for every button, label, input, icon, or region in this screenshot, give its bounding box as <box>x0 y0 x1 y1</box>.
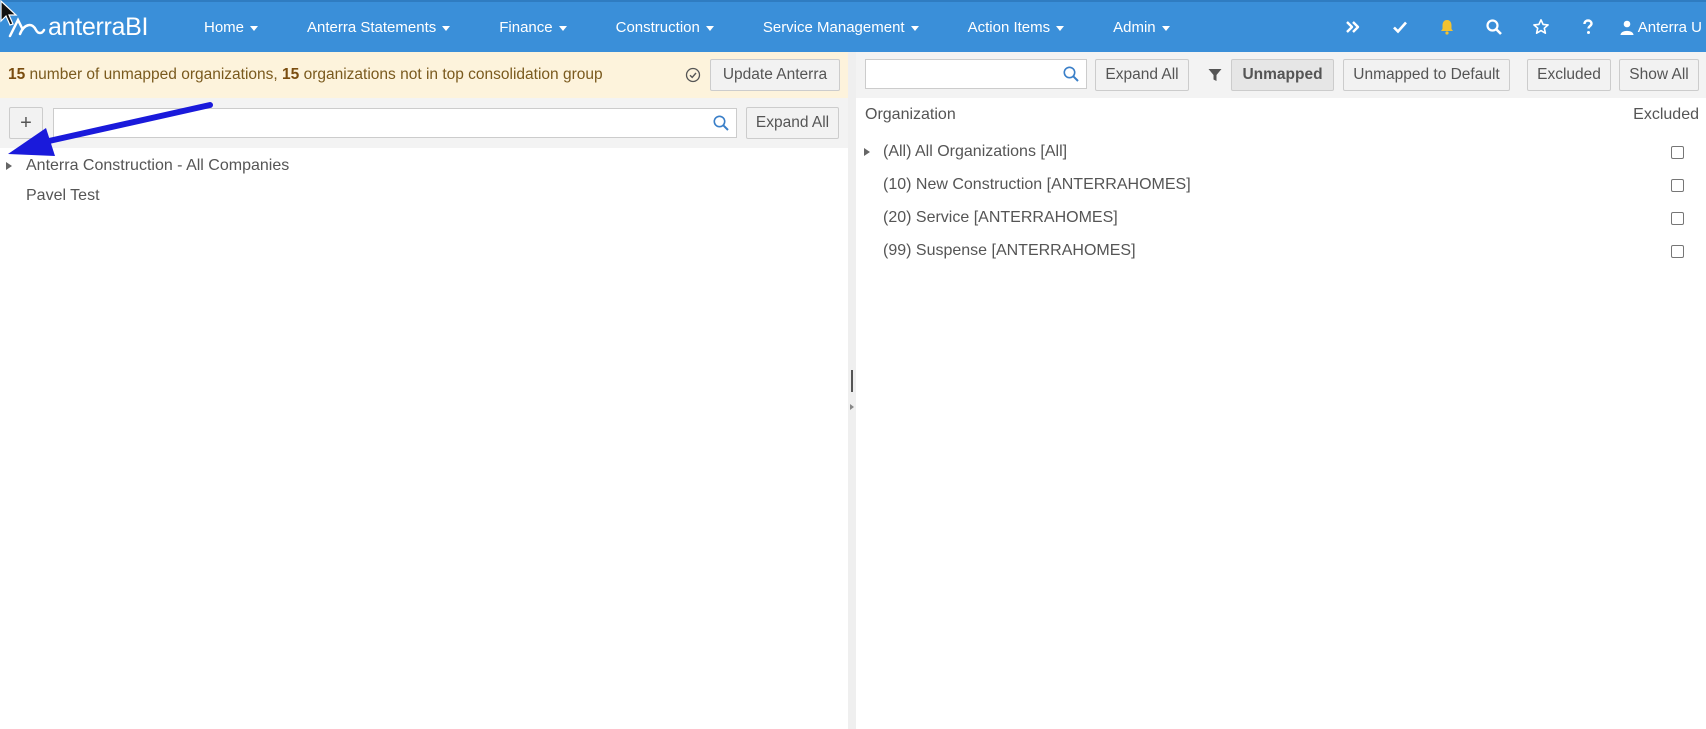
menu-label: Construction <box>615 18 700 36</box>
excluded-checkbox[interactable] <box>1671 179 1684 192</box>
filter-unmapped-to-default-button[interactable]: Unmapped to Default <box>1343 59 1510 91</box>
row-label: (All) All Organizations [All] <box>883 143 1068 160</box>
expand-triangle-icon[interactable] <box>864 148 870 156</box>
alert-text: 15 number of unmapped organizations, 15 … <box>8 66 603 84</box>
caret-down-icon <box>558 25 567 31</box>
expand-triangle-icon[interactable] <box>6 162 12 170</box>
row-label: (10) New Construction [ANTERRAHOMES] <box>883 176 1191 193</box>
menu-label: Home <box>204 18 245 36</box>
menu-label: Service Management <box>762 18 905 36</box>
navbar-icons: Anterra U <box>1330 2 1706 52</box>
right-panel: Expand All Unmapped Unmapped to Default … <box>856 52 1706 729</box>
check-icon <box>1393 21 1408 34</box>
caret-down-icon <box>1056 25 1065 31</box>
caret-down-icon <box>250 25 259 31</box>
column-organization[interactable]: Organization <box>865 106 956 124</box>
left-toolbar: + Expand All <box>0 98 848 148</box>
brand[interactable]: anterraBI <box>0 2 190 52</box>
column-excluded[interactable]: Excluded <box>1633 106 1699 124</box>
user-icon <box>1620 20 1634 35</box>
brand-name: anterraBI <box>48 12 149 41</box>
navbar-favorites-button[interactable] <box>1518 2 1565 52</box>
right-expand-all-button[interactable]: Expand All <box>1095 59 1189 91</box>
search-icon <box>713 115 729 131</box>
user-name: Anterra U <box>1637 18 1702 36</box>
navbar-help-button[interactable] <box>1565 2 1612 52</box>
filter-icon <box>1208 69 1222 81</box>
splitter-arrow-icon <box>850 404 854 410</box>
question-icon <box>1583 19 1593 34</box>
top-navbar: anterraBI Home Anterra Statements Financ… <box>0 0 1706 52</box>
menu-label: Admin <box>1113 18 1156 36</box>
caret-down-icon <box>1161 25 1170 31</box>
filter-show-all-button[interactable]: Show All <box>1619 59 1699 91</box>
caret-down-icon <box>910 25 919 31</box>
navbar-search-button[interactable] <box>1471 2 1518 52</box>
grid-header: Organization Excluded <box>856 98 1706 130</box>
menu-label: Finance <box>499 18 553 36</box>
menu-label: Action Items <box>967 18 1051 36</box>
grid-row-new-construction[interactable]: (10) New Construction [ANTERRAHOMES] <box>856 169 1706 202</box>
main-menu: Home Anterra Statements Finance Construc… <box>190 2 1183 52</box>
menu-home[interactable]: Home <box>190 2 271 52</box>
filter-unmapped-button[interactable]: Unmapped <box>1231 59 1334 91</box>
update-anterra-button[interactable]: Update Anterra <box>710 59 840 91</box>
menu-construction[interactable]: Construction <box>580 2 727 52</box>
menu-service-management[interactable]: Service Management <box>727 2 932 52</box>
navbar-expand-button[interactable] <box>1330 2 1377 52</box>
splitter-grip-icon <box>851 370 853 392</box>
star-icon <box>1533 19 1550 34</box>
right-toolbar: Expand All Unmapped Unmapped to Default … <box>856 52 1706 98</box>
add-button[interactable]: + <box>9 107 43 139</box>
search-icon <box>1486 19 1503 35</box>
filter-excluded-button[interactable]: Excluded <box>1527 59 1611 91</box>
right-search-input[interactable] <box>865 59 1087 89</box>
menu-admin[interactable]: Admin <box>1077 2 1183 52</box>
alert-text-part: organizations not in top consolidation g… <box>299 66 603 83</box>
row-label: (99) Suspense [ANTERRAHOMES] <box>883 242 1136 259</box>
search-icon <box>1063 66 1079 82</box>
double-chevron-right-icon <box>1346 21 1360 33</box>
alert-text-part: number of unmapped organizations, <box>25 66 283 83</box>
grid-row-all-organizations[interactable]: (All) All Organizations [All] <box>856 136 1706 169</box>
navbar-tasks-button[interactable] <box>1377 2 1424 52</box>
navbar-notifications-button[interactable] <box>1424 2 1471 52</box>
tree-item-anterra-construction[interactable]: Anterra Construction - All Companies <box>0 152 289 180</box>
menu-action-items[interactable]: Action Items <box>932 2 1078 52</box>
grid-row-service[interactable]: (20) Service [ANTERRAHOMES] <box>856 202 1706 235</box>
grid-row-suspense[interactable]: (99) Suspense [ANTERRAHOMES] <box>856 235 1706 268</box>
unmapped-count: 15 <box>8 66 26 83</box>
unmapped-alert: 15 number of unmapped organizations, 15 … <box>0 52 848 98</box>
bell-icon <box>1441 20 1454 35</box>
menu-finance[interactable]: Finance <box>463 2 579 52</box>
anterra-logo-icon <box>8 17 46 38</box>
caret-down-icon <box>442 25 451 31</box>
not-in-group-count: 15 <box>282 66 300 83</box>
check-circle-icon <box>685 67 701 83</box>
left-search-input[interactable] <box>53 108 737 138</box>
left-expand-all-button[interactable]: Expand All <box>746 107 839 139</box>
user-menu[interactable]: Anterra U <box>1612 2 1706 52</box>
tree-item-pavel-test[interactable]: Pavel Test <box>26 182 100 210</box>
tree-item-label: Pavel Test <box>26 187 100 204</box>
excluded-checkbox[interactable] <box>1671 212 1684 225</box>
row-label: (20) Service [ANTERRAHOMES] <box>883 209 1118 226</box>
left-panel: 15 number of unmapped organizations, 15 … <box>0 52 848 729</box>
menu-anterra-statements[interactable]: Anterra Statements <box>271 2 463 52</box>
menu-label: Anterra Statements <box>307 18 437 36</box>
excluded-checkbox[interactable] <box>1671 146 1684 159</box>
panel-splitter[interactable] <box>848 52 856 729</box>
excluded-checkbox[interactable] <box>1671 245 1684 258</box>
caret-down-icon <box>705 25 714 31</box>
tree-item-label: Anterra Construction - All Companies <box>26 157 290 174</box>
